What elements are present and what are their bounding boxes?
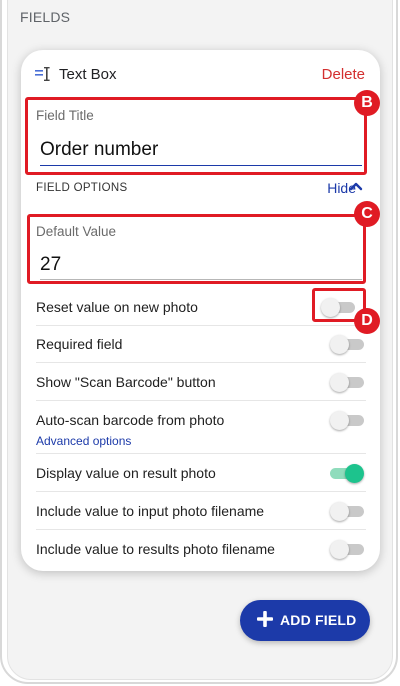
card-header: Text Box Delete [21, 50, 380, 96]
auto-scan-toggle[interactable] [330, 411, 364, 430]
option-row-scan-button: Show "Scan Barcode" button [36, 362, 366, 401]
field-options-label: FIELD OPTIONS [36, 182, 128, 194]
option-row-results-filename: Include value to results photo filename [36, 529, 366, 567]
input-filename-toggle[interactable] [330, 502, 364, 521]
field-card: Text Box Delete Field Title B FIELD OPTI… [21, 50, 380, 571]
required-field-toggle[interactable] [330, 335, 364, 354]
option-label: Reset value on new photo [36, 299, 198, 315]
option-label: Include value to input photo filename [36, 503, 265, 519]
scan-barcode-button-toggle[interactable] [330, 373, 364, 392]
text-box-icon [35, 67, 50, 81]
option-label: Auto-scan barcode from photo [36, 412, 225, 428]
option-row-input-filename: Include value to input photo filename [36, 491, 366, 530]
callout-badge-c: C [354, 201, 380, 227]
display-value-toggle[interactable] [330, 464, 364, 483]
callout-badge-b: B [354, 90, 380, 116]
option-label: Include value to results photo filename [36, 541, 275, 557]
option-label: Required field [36, 336, 123, 352]
option-label: Display value on result photo [36, 465, 216, 481]
field-type-title: Text Box [59, 66, 117, 83]
plus-icon [257, 611, 273, 627]
chevron-up-icon [349, 182, 363, 191]
option-row-display-value: Display value on result photo [36, 453, 366, 492]
option-row-required: Required field [36, 325, 366, 363]
advanced-options-link[interactable]: Advanced options [36, 434, 131, 448]
section-title: FIELDS [20, 9, 71, 25]
option-label: Show "Scan Barcode" button [36, 374, 216, 390]
highlight-box-c [27, 214, 366, 284]
hide-options-button[interactable]: Hide [327, 180, 363, 196]
option-row-auto-scan: Auto-scan barcode from photo Advanced op… [36, 400, 366, 454]
add-field-button[interactable]: ADD FIELD [240, 600, 370, 641]
highlight-box-b [25, 97, 367, 175]
results-filename-toggle[interactable] [330, 540, 364, 559]
delete-button[interactable]: Delete [322, 66, 365, 83]
add-field-label: ADD FIELD [280, 612, 357, 628]
field-options-header: FIELD OPTIONS Hide [36, 180, 366, 200]
